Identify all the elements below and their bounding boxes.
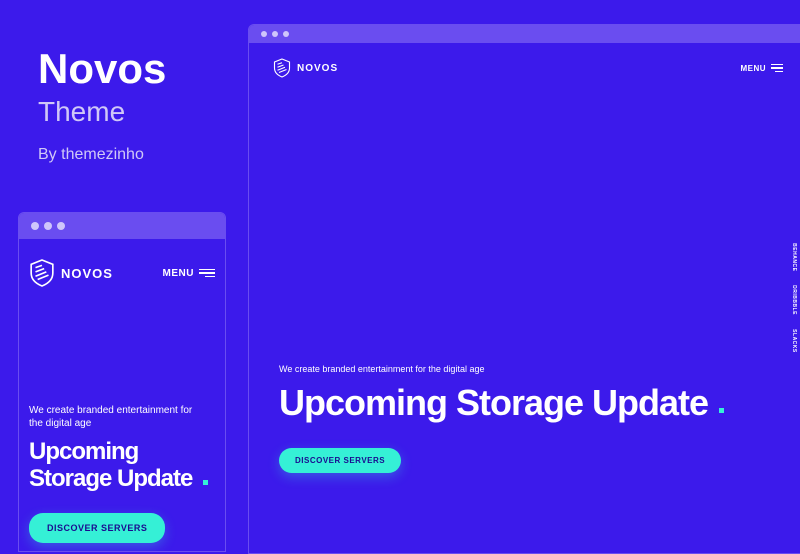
window-content: NOVOS MENU We create branded entertainme…	[249, 43, 800, 553]
logo[interactable]: NOVOS	[29, 257, 113, 289]
tagline: We create branded entertainment for the …	[29, 404, 199, 430]
window-dot-icon	[44, 222, 52, 230]
headline: Upcoming Storage Update	[29, 438, 192, 493]
accent-dot-icon	[719, 408, 724, 413]
discover-servers-button[interactable]: DISCOVER SERVERS	[279, 448, 401, 473]
logo-text: NOVOS	[61, 266, 113, 281]
social-link-behance[interactable]: BEHANCE	[791, 243, 797, 271]
shield-logo-icon	[29, 257, 55, 289]
site-header: NOVOS MENU	[19, 239, 225, 307]
theme-subtitle: Theme	[38, 96, 166, 128]
hero-section: We create branded entertainment for the …	[29, 404, 215, 543]
site-header: NOVOS MENU	[249, 43, 800, 93]
hero-section: We create branded entertainment for the …	[279, 364, 724, 473]
social-link-slacks[interactable]: SLACKS	[791, 329, 797, 353]
menu-label: MENU	[740, 64, 766, 73]
logo-text: NOVOS	[297, 63, 338, 74]
window-dot-icon	[31, 222, 39, 230]
social-rail: BEHANCE DRIBBBLE SLACKS	[791, 243, 797, 353]
menu-button[interactable]: MENU	[740, 64, 783, 73]
window-titlebar	[249, 25, 800, 43]
theme-author: By themezinho	[38, 146, 166, 164]
shield-logo-icon	[273, 57, 291, 79]
menu-label: MENU	[163, 268, 194, 279]
desktop-preview-window: NOVOS MENU We create branded entertainme…	[248, 24, 800, 554]
tagline: We create branded entertainment for the …	[279, 364, 724, 374]
headline: Upcoming Storage Update	[279, 382, 708, 423]
window-dot-icon	[272, 31, 278, 37]
accent-dot-icon	[203, 480, 208, 485]
mobile-preview-window: NOVOS MENU We create branded entertainme…	[18, 212, 226, 552]
window-titlebar	[19, 213, 225, 239]
social-link-dribbble[interactable]: DRIBBBLE	[791, 285, 797, 315]
hamburger-icon	[771, 64, 783, 73]
discover-servers-button[interactable]: DISCOVER SERVERS	[29, 513, 165, 543]
window-content: NOVOS MENU We create branded entertainme…	[19, 239, 225, 551]
hamburger-icon	[199, 269, 215, 278]
theme-info-panel: Novos Theme By themezinho	[38, 48, 166, 164]
menu-button[interactable]: MENU	[163, 268, 215, 279]
theme-name: Novos	[38, 48, 166, 90]
logo[interactable]: NOVOS	[273, 57, 338, 79]
window-dot-icon	[283, 31, 289, 37]
window-dot-icon	[261, 31, 267, 37]
window-dot-icon	[57, 222, 65, 230]
